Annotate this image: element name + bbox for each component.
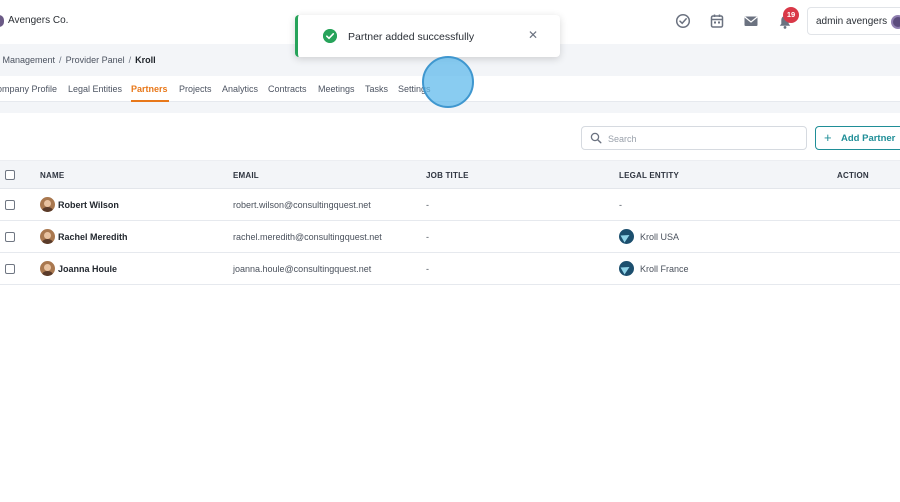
partner-name[interactable]: Rachel Meredith bbox=[58, 232, 128, 242]
row-checkbox[interactable] bbox=[5, 264, 15, 274]
company-name[interactable]: Avengers Co. bbox=[8, 15, 68, 26]
column-header-email[interactable]: EMAIL bbox=[233, 171, 259, 180]
table-row[interactable]: Robert Wilson robert.wilson@consultingqu… bbox=[0, 189, 900, 221]
column-header-legal-entity[interactable]: LEGAL ENTITY bbox=[619, 171, 679, 180]
breadcrumb-separator: / bbox=[128, 55, 132, 65]
partner-job-title: - bbox=[426, 200, 429, 210]
select-all-checkbox[interactable] bbox=[5, 170, 15, 180]
breadcrumb-separator: / bbox=[59, 55, 62, 65]
legal-entity-logo-icon bbox=[619, 229, 634, 244]
breadcrumb-current: Kroll bbox=[135, 55, 156, 65]
click-indicator bbox=[422, 56, 474, 108]
avatar bbox=[40, 197, 55, 212]
partner-legal-entity: - bbox=[619, 200, 622, 210]
tab-company-profile[interactable]: ompany Profile bbox=[0, 84, 57, 94]
tab-meetings[interactable]: Meetings bbox=[318, 84, 355, 94]
user-menu-button[interactable]: admin avengers bbox=[807, 7, 900, 35]
search-icon bbox=[590, 132, 602, 144]
legal-entity-logo-icon bbox=[619, 261, 634, 276]
user-avatar bbox=[891, 15, 900, 29]
breadcrumb: l Management / Provider Panel / Kroll bbox=[0, 55, 156, 65]
column-header-action: ACTION bbox=[837, 171, 869, 180]
partner-name[interactable]: Joanna Houle bbox=[58, 264, 117, 274]
partner-legal-entity: Kroll USA bbox=[640, 232, 680, 242]
partner-email: joanna.houle@consultingquest.net bbox=[233, 264, 372, 274]
add-partner-label: Add Partner bbox=[841, 133, 896, 144]
tab-analytics[interactable]: Analytics bbox=[222, 84, 258, 94]
tab-tasks[interactable]: Tasks bbox=[365, 84, 388, 94]
tab-contracts[interactable]: Contracts bbox=[268, 84, 307, 94]
partner-email: robert.wilson@consultingquest.net bbox=[233, 200, 371, 210]
mail-icon[interactable] bbox=[743, 13, 759, 29]
check-circle-icon bbox=[323, 29, 337, 43]
tab-legal-entities[interactable]: Legal Entities bbox=[68, 84, 122, 94]
notification-badge: 19 bbox=[783, 7, 799, 23]
partner-email: rachel.meredith@consultingquest.net bbox=[233, 232, 382, 242]
plus-icon: + bbox=[824, 130, 832, 145]
partner-job-title: - bbox=[426, 232, 429, 242]
table-row[interactable]: Joanna Houle joanna.houle@consultingques… bbox=[0, 253, 900, 285]
partner-job-title: - bbox=[426, 264, 429, 274]
avatar bbox=[40, 261, 55, 276]
breadcrumb-item-provider-panel[interactable]: Provider Panel bbox=[66, 55, 125, 65]
table-header: NAME EMAIL JOB TITLE LEGAL ENTITY ACTION bbox=[0, 160, 900, 189]
table-row[interactable]: Rachel Meredith rachel.meredith@consulti… bbox=[0, 221, 900, 253]
check-circle-icon[interactable] bbox=[675, 13, 691, 29]
column-header-job-title[interactable]: JOB TITLE bbox=[426, 171, 469, 180]
avatar bbox=[40, 229, 55, 244]
success-toast: Partner added successfully ✕ bbox=[295, 15, 560, 57]
row-checkbox[interactable] bbox=[5, 200, 15, 210]
tab-projects[interactable]: Projects bbox=[179, 84, 212, 94]
user-name: admin avengers bbox=[816, 16, 888, 27]
search-input[interactable] bbox=[608, 131, 798, 146]
partner-name[interactable]: Robert Wilson bbox=[58, 200, 119, 210]
row-checkbox[interactable] bbox=[5, 232, 15, 242]
toast-message: Partner added successfully bbox=[348, 31, 475, 43]
company-logo bbox=[0, 15, 4, 27]
close-icon[interactable]: ✕ bbox=[526, 28, 540, 42]
calendar-icon[interactable] bbox=[709, 13, 725, 29]
partner-legal-entity: Kroll France bbox=[640, 264, 689, 274]
add-partner-button[interactable]: + Add Partner bbox=[815, 126, 900, 150]
tab-partners[interactable]: Partners bbox=[131, 84, 168, 94]
breadcrumb-item-management[interactable]: l Management bbox=[0, 55, 55, 65]
column-header-name[interactable]: NAME bbox=[40, 171, 64, 180]
search-box[interactable] bbox=[581, 126, 807, 150]
